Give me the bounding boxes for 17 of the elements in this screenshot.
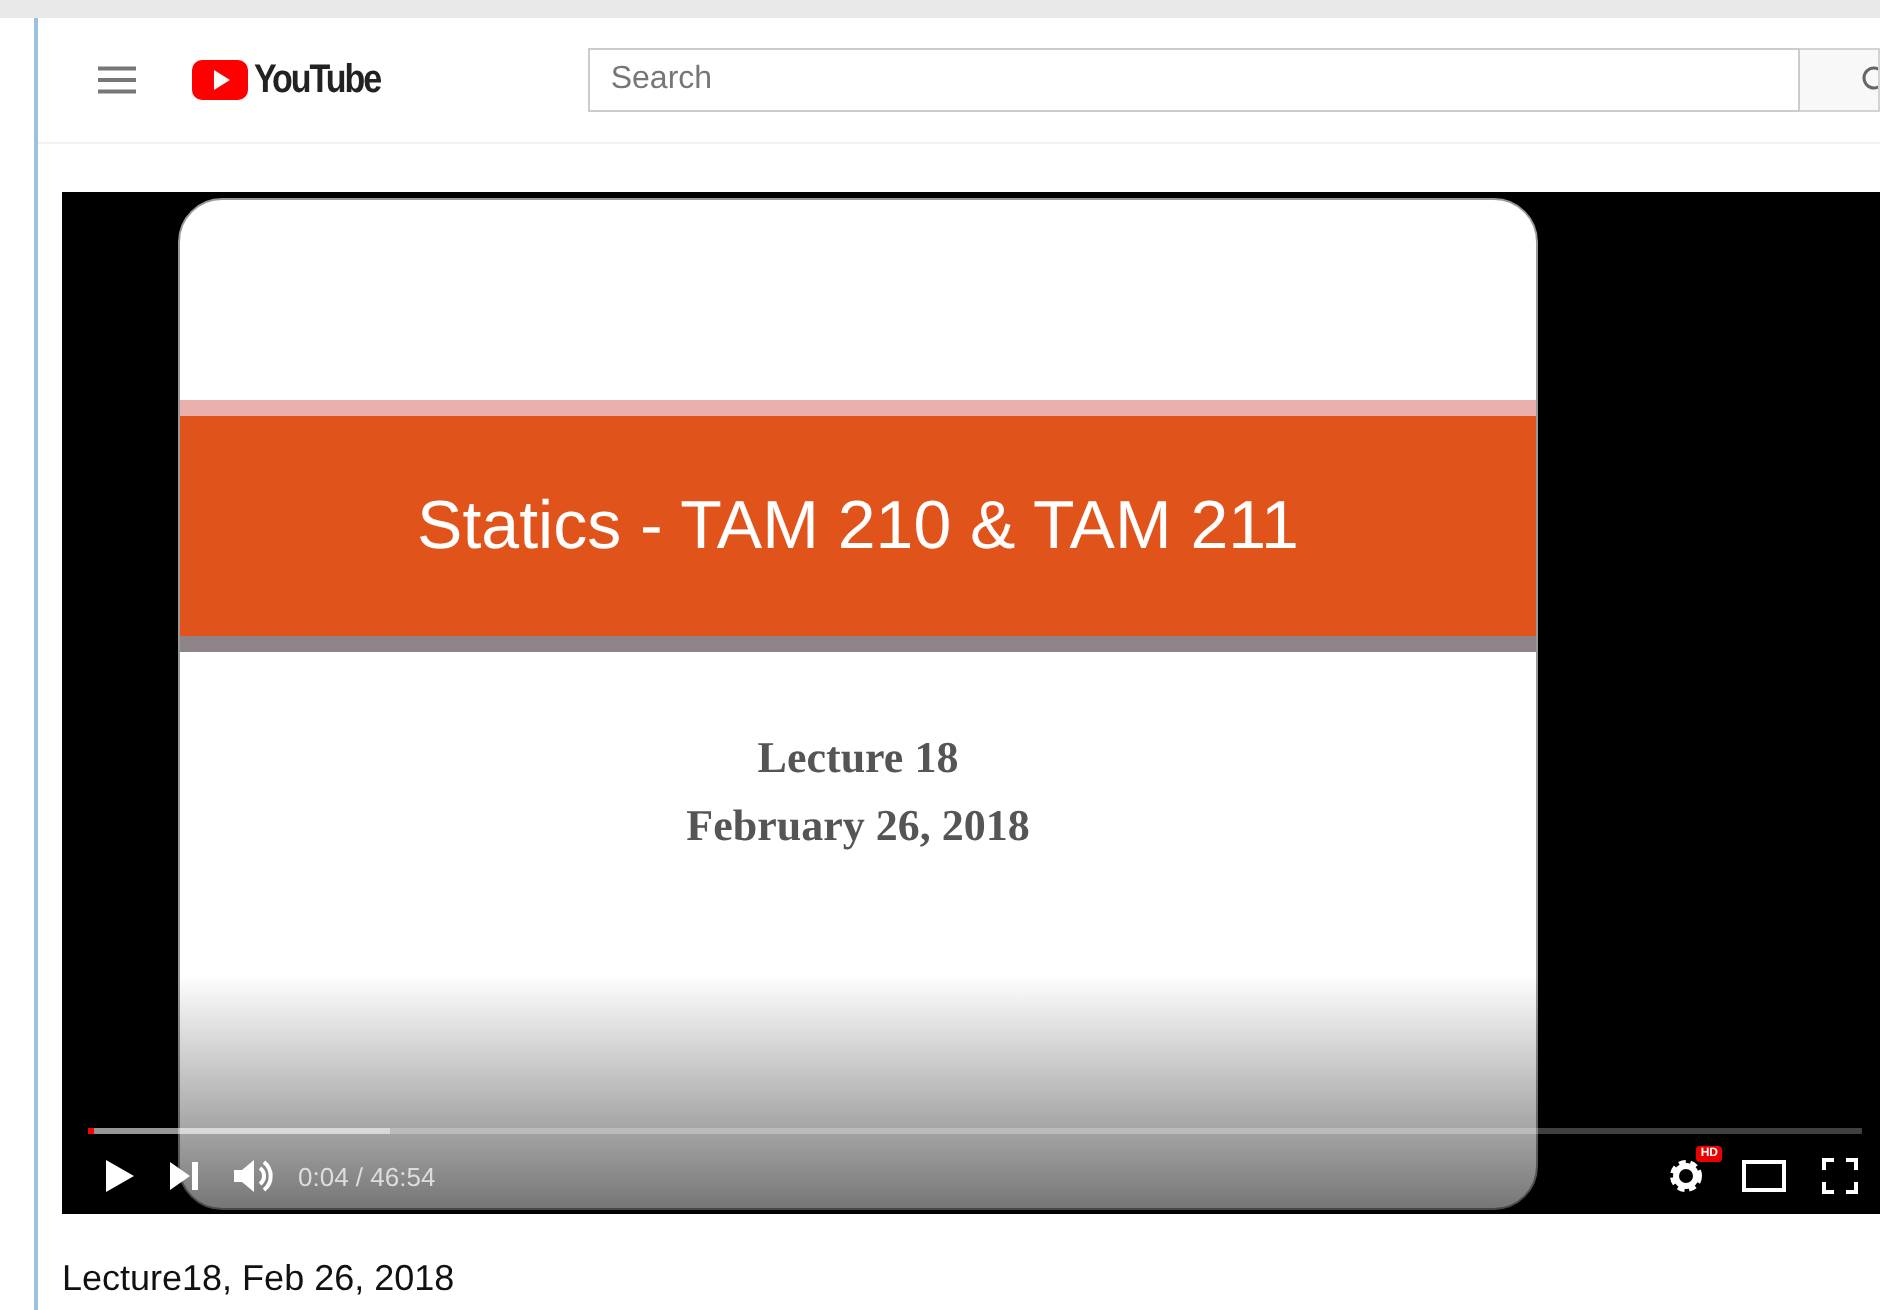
slide-title: Statics - TAM 210 & TAM 211: [417, 487, 1299, 565]
progress-bar[interactable]: [88, 1128, 1862, 1134]
slide-text: Lecture 18: [757, 732, 959, 784]
time-display: 0:04 / 46:54: [298, 1161, 436, 1191]
gear-icon[interactable]: [1666, 1156, 1706, 1196]
theater-mode-icon[interactable]: [1742, 1160, 1786, 1192]
logo-text[interactable]: YouTube: [254, 57, 381, 103]
search-button[interactable]: [1800, 48, 1880, 112]
menu-icon[interactable]: [98, 66, 137, 94]
play-logo-icon: [192, 60, 249, 100]
video-title: Lecture18, Feb 26, 2018: [62, 1258, 457, 1300]
fullscreen-icon[interactable]: [1822, 1158, 1858, 1194]
play-icon[interactable]: [106, 1160, 134, 1192]
next-icon[interactable]: [170, 1162, 198, 1190]
search-field[interactable]: Search: [588, 48, 1800, 112]
slide-text: February 26, 2018: [686, 800, 1030, 852]
volume-icon[interactable]: [234, 1158, 274, 1194]
